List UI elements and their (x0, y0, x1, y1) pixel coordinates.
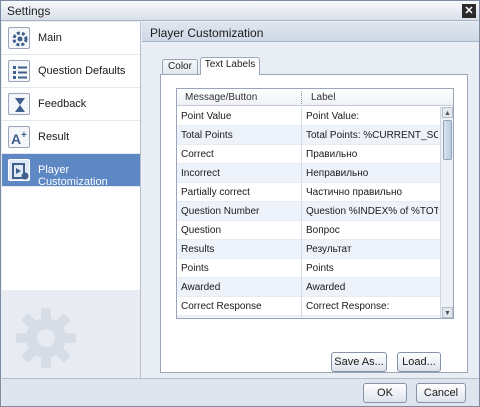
svg-text:A: A (11, 131, 21, 147)
sidebar-item-result[interactable]: A + Result (2, 121, 140, 154)
table-row[interactable]: Question Number Question %INDEX% of %TOTA… (177, 202, 440, 221)
cell-divider (301, 183, 302, 202)
cell-divider (301, 164, 302, 183)
sidebar-item-main[interactable]: Main (2, 22, 140, 55)
sidebar-item-label: Main (38, 32, 62, 44)
sidebar-item-label: Feedback (38, 98, 87, 110)
sidebar-item-label: Result (38, 131, 70, 143)
scroll-down-icon[interactable]: ▼ (442, 307, 453, 318)
label-cell[interactable]: Total Points: %CURRENT_SCORE% (306, 130, 438, 141)
message-cell: Point Value (181, 111, 232, 122)
vertical-scrollbar[interactable]: ▲ ▼ (440, 107, 453, 318)
sidebar-item-question-defaults[interactable]: Question Defaults (2, 55, 140, 88)
cell-divider (301, 240, 302, 259)
label-cell[interactable]: Вопрос (306, 225, 438, 236)
scroll-thumb[interactable] (443, 120, 452, 160)
sidebar-item-player-customization[interactable]: Player Customization (2, 154, 140, 188)
gear-watermark-icon (16, 308, 76, 368)
cell-divider (301, 316, 302, 318)
cell-divider (301, 202, 302, 221)
table-row[interactable]: Incorrect Неправильно (177, 164, 440, 183)
table-row[interactable]: Total Points Total Points: %CURRENT_SCORE… (177, 126, 440, 145)
table-row[interactable]: Results Результат (177, 240, 440, 259)
load-button[interactable]: Load... (397, 352, 441, 372)
table-row[interactable]: Awarded Awarded (177, 278, 440, 297)
tab-text-labels[interactable]: Text Labels (200, 57, 260, 75)
table-row[interactable]: Partially correct Частично правильно (177, 183, 440, 202)
ok-button[interactable]: OK (363, 383, 407, 403)
page-title: Player Customization (150, 26, 264, 40)
close-icon[interactable]: ✕ (462, 4, 476, 18)
label-cell[interactable]: Awarded (306, 282, 438, 293)
cell-divider (301, 259, 302, 278)
content-header: Player Customization (142, 22, 479, 42)
settings-window: Settings ✕ Main Question Defaults Feedba… (0, 0, 480, 407)
cell-divider (301, 126, 302, 145)
table-body: Point Value Point Value: Total Points Total… (177, 107, 440, 318)
message-cell: Incorrect (181, 168, 220, 179)
sidebar: Main Question Defaults Feedback A + Resul… (2, 22, 141, 378)
label-cell[interactable]: Point Value: (306, 111, 438, 122)
label-cell[interactable]: Points (306, 263, 438, 274)
table-row[interactable]: Points Points (177, 259, 440, 278)
labels-table: Message/Button Label Point Value Point Va… (176, 88, 454, 319)
player-icon (8, 159, 30, 181)
text-labels-panel: Message/Button Label Point Value Point Va… (160, 74, 468, 373)
message-cell: Question Number (181, 206, 260, 217)
cell-divider (301, 107, 302, 126)
label-cell[interactable]: Правильно (306, 149, 438, 160)
gear-icon (8, 27, 30, 49)
message-cell: Correct (181, 149, 214, 160)
sidebar-item-label: Player Customization (38, 164, 108, 188)
column-divider[interactable] (301, 91, 302, 104)
message-cell: Partially correct (181, 187, 250, 198)
table-header: Message/Button Label (177, 89, 453, 106)
hourglass-icon (8, 93, 30, 115)
list-icon (8, 60, 30, 82)
title-bar: Settings ✕ (1, 1, 479, 21)
cancel-button[interactable]: Cancel (416, 383, 466, 403)
table-row[interactable]: Point Value Point Value: (177, 107, 440, 126)
message-cell: Total Points (181, 130, 233, 141)
svg-text:+: + (21, 130, 27, 141)
message-cell: Points (181, 263, 209, 274)
message-cell: Question (181, 225, 222, 236)
save-as-button[interactable]: Save As... (331, 352, 387, 372)
table-row[interactable]: Correct Правильно (177, 145, 440, 164)
column-header-label[interactable]: Label (311, 92, 335, 103)
label-cell[interactable]: Неправильно (306, 168, 438, 179)
content-area: Player Customization Color Text Labels M… (142, 22, 479, 378)
cell-divider (301, 278, 302, 297)
label-cell[interactable]: Correct Response: (306, 301, 438, 312)
message-cell: Awarded (181, 282, 221, 293)
tab-color[interactable]: Color (162, 59, 198, 74)
window-title: Settings (7, 4, 51, 18)
a-plus-icon: A + (8, 126, 30, 148)
table-row[interactable]: Correct Response Correct Response: (177, 297, 440, 316)
message-cell: Correct Response (181, 301, 262, 312)
label-cell[interactable]: Частично правильно (306, 187, 438, 198)
message-cell: Results (181, 244, 215, 255)
dialog-footer: OK Cancel (2, 378, 479, 406)
label-cell[interactable]: Question %INDEX% of %TOTAL% (306, 206, 438, 217)
label-cell[interactable]: Результат (306, 244, 438, 255)
table-row[interactable]: Equal Toequal to %ONE% (177, 316, 440, 318)
cell-divider (301, 145, 302, 164)
table-row[interactable]: Question Вопрос (177, 221, 440, 240)
cell-divider (301, 297, 302, 316)
sidebar-item-feedback[interactable]: Feedback (2, 88, 140, 121)
scroll-up-icon[interactable]: ▲ (442, 107, 453, 118)
column-header-message[interactable]: Message/Button (185, 92, 257, 103)
cell-divider (301, 221, 302, 240)
sidebar-item-label: Question Defaults (38, 65, 126, 77)
